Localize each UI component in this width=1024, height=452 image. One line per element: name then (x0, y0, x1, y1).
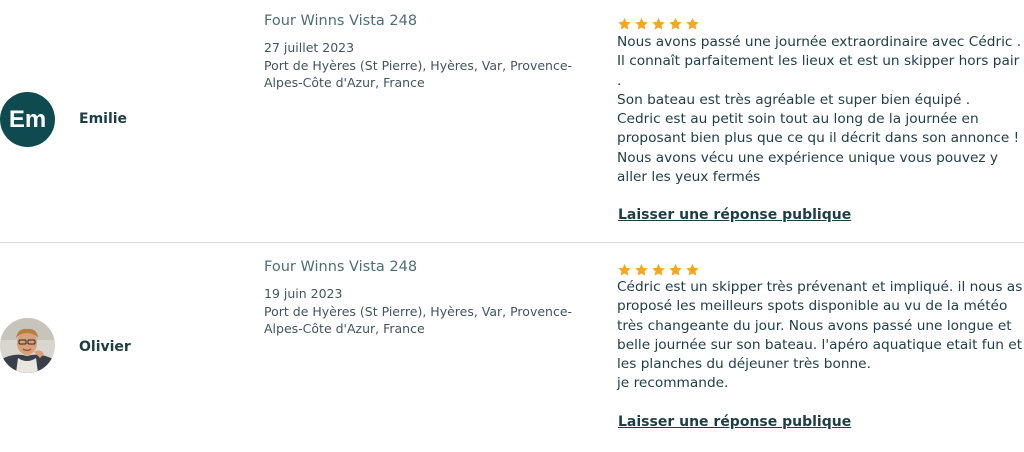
star-icon (652, 17, 665, 30)
avatar (0, 318, 55, 373)
reviewer-name: Olivier (79, 339, 131, 355)
star-rating (617, 17, 700, 31)
reviewer-name: Emilie (79, 111, 128, 127)
boat-name: Four Winns Vista 248 (264, 13, 418, 29)
public-reply-link[interactable]: Laisser une réponse publique (618, 207, 851, 223)
star-icon (618, 263, 631, 276)
star-icon (669, 263, 682, 276)
star-icon (635, 17, 648, 30)
review-location: Port de Hyères (St Pierre), Hyères, Var,… (264, 58, 573, 90)
star-icon (686, 263, 699, 276)
review-date: 27 juillet 2023 (264, 40, 355, 55)
review-comment: Nous avons passé une journée extraordina… (617, 34, 1022, 186)
review-location: Port de Hyères (St Pierre), Hyères, Var,… (264, 304, 573, 336)
avatar-photo (0, 318, 55, 373)
star-icon (635, 263, 648, 276)
review-comment: Cédric est un skipper très prévenant et … (617, 279, 1023, 392)
public-reply-link[interactable]: Laisser une réponse publique (618, 414, 851, 430)
avatar: Em (0, 92, 55, 147)
review-card: Em Emilie Four Winns Vista 248 27 juille… (0, 0, 1024, 242)
star-icon (669, 17, 682, 30)
star-icon (652, 263, 665, 276)
star-rating (617, 263, 700, 277)
star-icon (686, 17, 699, 30)
star-icon (618, 17, 631, 30)
review-card: Olivier Four Winns Vista 248 19 juin 202… (0, 243, 1024, 452)
boat-name: Four Winns Vista 248 (264, 259, 418, 275)
review-date: 19 juin 2023 (264, 286, 343, 301)
